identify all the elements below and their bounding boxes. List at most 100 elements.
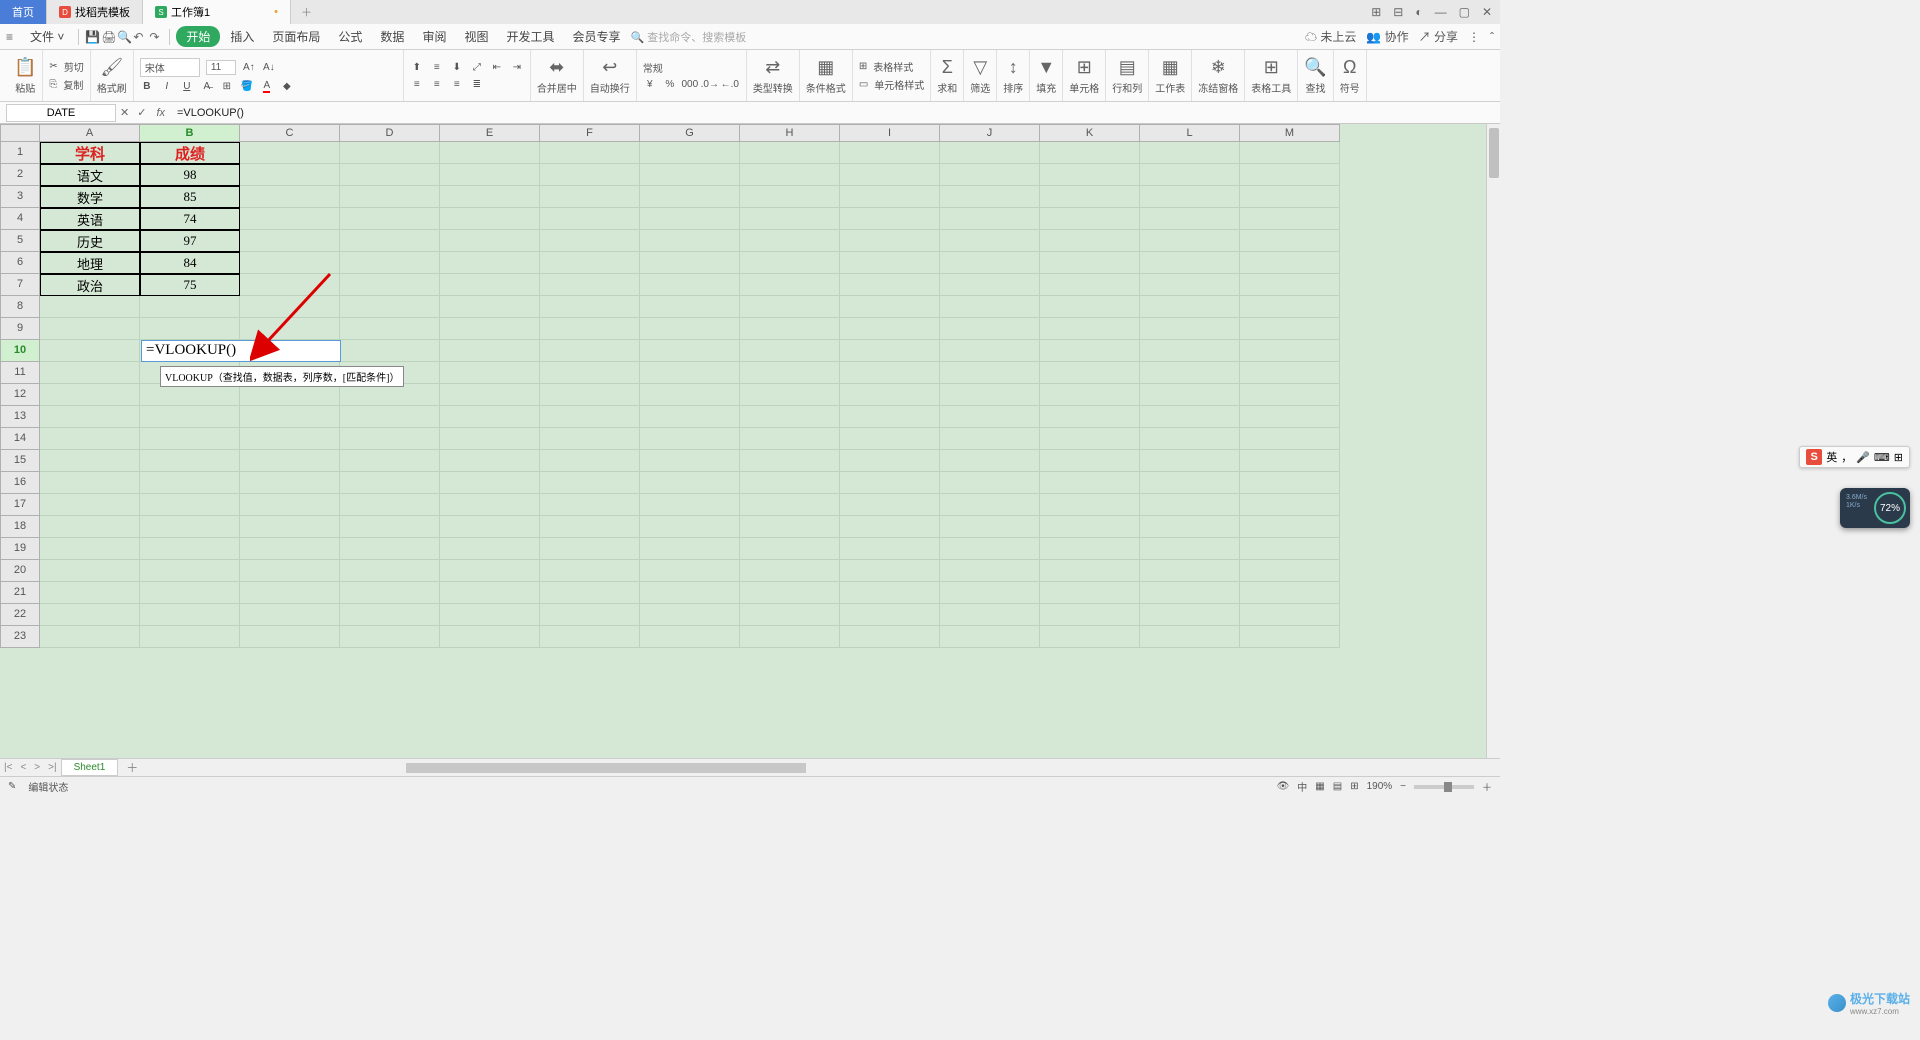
zoom-in-icon[interactable]: ＋	[1482, 779, 1492, 794]
print-icon[interactable]: 🖨	[101, 30, 115, 44]
cell[interactable]	[940, 626, 1040, 648]
cell[interactable]	[340, 164, 440, 186]
cell[interactable]	[40, 582, 140, 604]
cell[interactable]	[840, 604, 940, 626]
cell[interactable]	[240, 450, 340, 472]
cell[interactable]	[440, 186, 540, 208]
cell[interactable]	[240, 164, 340, 186]
group-symbol[interactable]: Ω符号	[1334, 50, 1367, 101]
cell[interactable]	[940, 274, 1040, 296]
tab-home[interactable]: 首页	[0, 0, 47, 24]
sheet-nav-prev-icon[interactable]: <	[16, 762, 30, 773]
cell[interactable]	[1240, 494, 1340, 516]
cell[interactable]	[540, 340, 640, 362]
cell[interactable]	[540, 142, 640, 164]
cell[interactable]	[1140, 516, 1240, 538]
cell[interactable]	[540, 516, 640, 538]
sheet-tab[interactable]: Sheet1	[61, 759, 119, 776]
menu-formula[interactable]: 公式	[330, 25, 370, 48]
cell[interactable]	[840, 494, 940, 516]
cell[interactable]	[740, 208, 840, 230]
font-grow-icon[interactable]: A↑	[242, 60, 256, 74]
menu-review[interactable]: 审阅	[414, 25, 454, 48]
cell[interactable]	[440, 384, 540, 406]
cell[interactable]	[540, 230, 640, 252]
row-header-11[interactable]: 11	[0, 362, 40, 384]
row-header-8[interactable]: 8	[0, 296, 40, 318]
cell[interactable]	[740, 340, 840, 362]
underline-icon[interactable]: U	[180, 80, 194, 94]
cell[interactable]	[740, 274, 840, 296]
cell[interactable]	[240, 318, 340, 340]
sheet-nav-next-icon[interactable]: >	[30, 762, 44, 773]
cell[interactable]	[1240, 362, 1340, 384]
maximize-button[interactable]: ▢	[1459, 5, 1470, 19]
group-cond[interactable]: ▦条件格式	[800, 50, 853, 101]
cell[interactable]	[540, 626, 640, 648]
mic-icon[interactable]: 🎤	[1856, 451, 1870, 464]
cell[interactable]	[640, 494, 740, 516]
cell[interactable]	[740, 384, 840, 406]
formula-input[interactable]: =VLOOKUP()	[171, 105, 1500, 121]
cell[interactable]	[240, 428, 340, 450]
cell[interactable]	[340, 142, 440, 164]
cell[interactable]	[1240, 340, 1340, 362]
cell[interactable]: 成绩	[140, 142, 240, 164]
group-filter[interactable]: ▽筛选	[964, 50, 997, 101]
col-header-L[interactable]: L	[1140, 124, 1240, 142]
row-header-3[interactable]: 3	[0, 186, 40, 208]
cell[interactable]	[1140, 164, 1240, 186]
cell[interactable]	[640, 428, 740, 450]
tab-add[interactable]: ＋	[291, 0, 322, 24]
row-header-12[interactable]: 12	[0, 384, 40, 406]
cell[interactable]	[40, 362, 140, 384]
cell[interactable]	[740, 230, 840, 252]
row-header-16[interactable]: 16	[0, 472, 40, 494]
view-page-icon[interactable]: ▤	[1333, 781, 1342, 792]
col-header-D[interactable]: D	[340, 124, 440, 142]
cloud-status[interactable]: ☁ 未上云	[1305, 28, 1356, 45]
apps-icon[interactable]: ⊟	[1393, 5, 1403, 19]
cell[interactable]	[840, 318, 940, 340]
cell[interactable]	[1140, 626, 1240, 648]
menu-vip[interactable]: 会员专享	[564, 25, 628, 48]
cell[interactable]	[40, 428, 140, 450]
cell[interactable]	[340, 384, 440, 406]
menu-view[interactable]: 视图	[456, 25, 496, 48]
cell[interactable]	[440, 406, 540, 428]
cell[interactable]	[1240, 208, 1340, 230]
cell[interactable]	[340, 516, 440, 538]
row-header-22[interactable]: 22	[0, 604, 40, 626]
cell[interactable]	[1240, 274, 1340, 296]
align-bot-icon[interactable]: ⬇	[450, 60, 464, 74]
cell[interactable]	[940, 560, 1040, 582]
cell[interactable]	[240, 252, 340, 274]
cell[interactable]	[1240, 450, 1340, 472]
group-sort[interactable]: ↕排序	[997, 50, 1030, 101]
tab-workbook[interactable]: S工作簿1•	[143, 0, 291, 24]
cell[interactable]	[740, 604, 840, 626]
cell[interactable]	[740, 164, 840, 186]
cell[interactable]	[1140, 318, 1240, 340]
cell[interactable]	[1240, 406, 1340, 428]
cell[interactable]: 84	[140, 252, 240, 274]
cell[interactable]	[440, 560, 540, 582]
cell[interactable]	[740, 296, 840, 318]
cell[interactable]	[1240, 164, 1340, 186]
cell[interactable]	[840, 142, 940, 164]
cell[interactable]	[740, 186, 840, 208]
cell[interactable]	[840, 296, 940, 318]
cell[interactable]	[540, 494, 640, 516]
cell[interactable]	[940, 164, 1040, 186]
cell[interactable]	[1240, 516, 1340, 538]
cell[interactable]	[840, 340, 940, 362]
cell[interactable]	[40, 604, 140, 626]
cell[interactable]	[40, 318, 140, 340]
row-header-2[interactable]: 2	[0, 164, 40, 186]
cell[interactable]	[1040, 208, 1140, 230]
cell[interactable]	[1140, 406, 1240, 428]
cell[interactable]	[1140, 384, 1240, 406]
cell[interactable]	[1040, 538, 1140, 560]
cell[interactable]	[440, 208, 540, 230]
cell[interactable]	[540, 406, 640, 428]
